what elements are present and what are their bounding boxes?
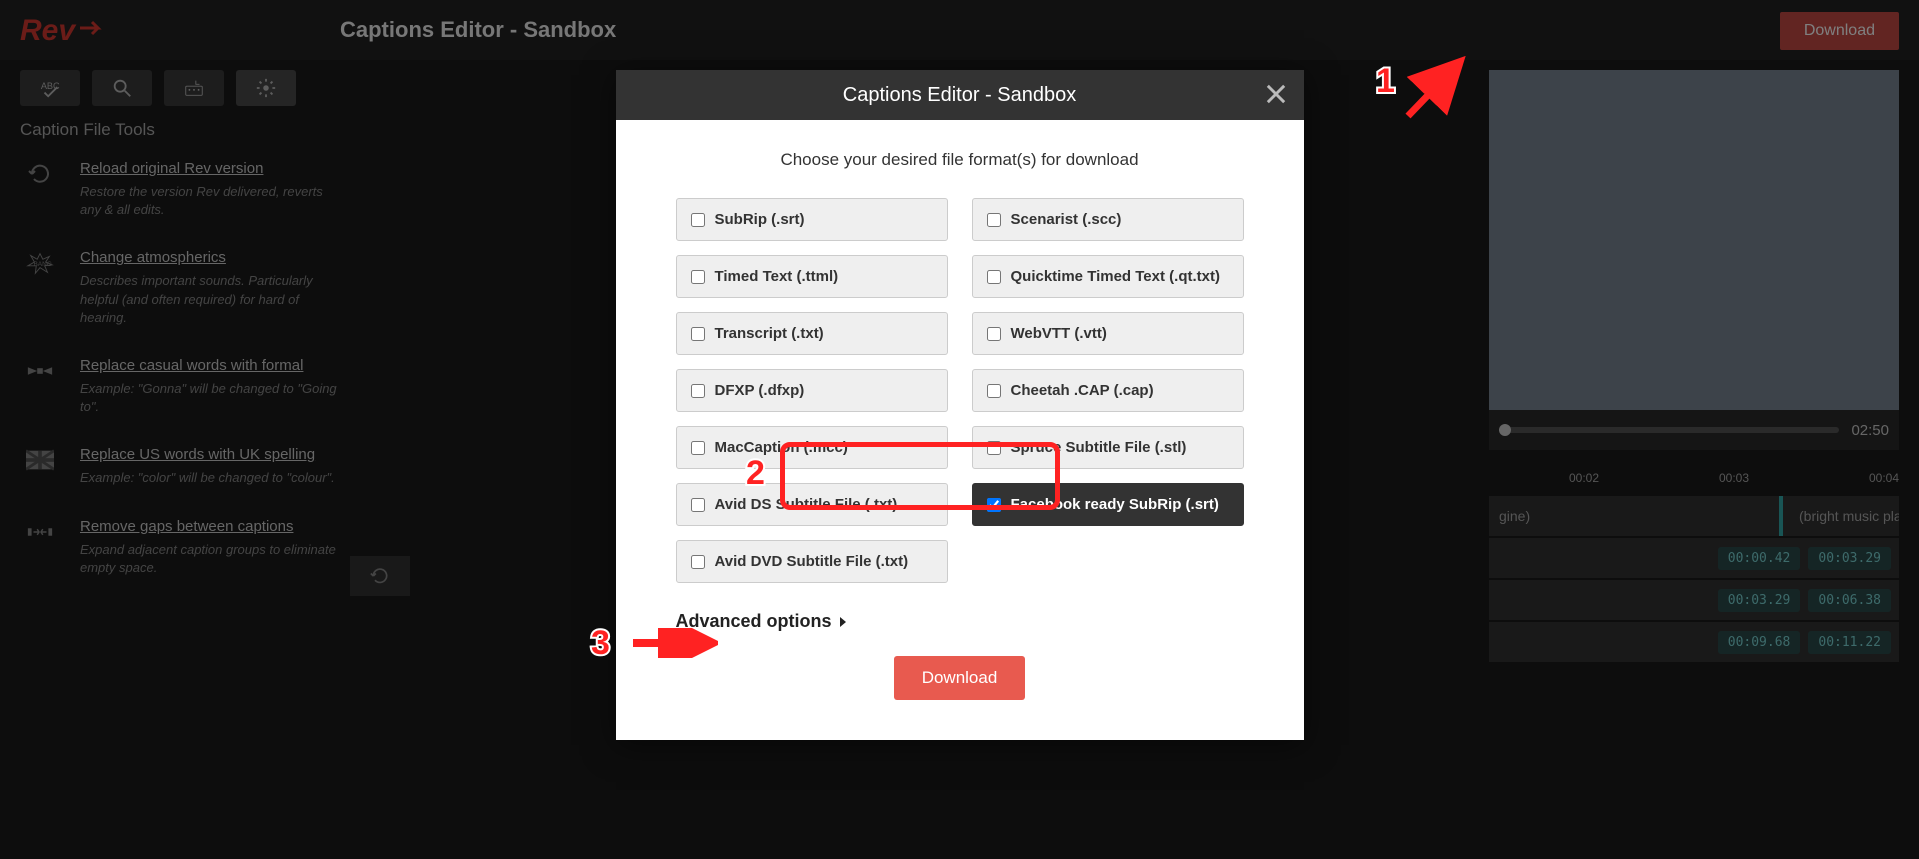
download-button-modal[interactable]: Download [894, 656, 1026, 700]
download-modal: Captions Editor - Sandbox Choose your de… [616, 70, 1304, 740]
format-label: Avid DVD Subtitle File (.txt) [715, 553, 909, 570]
format-checkbox[interactable] [691, 384, 705, 398]
format-checkbox[interactable] [691, 327, 705, 341]
format-label: SubRip (.srt) [715, 211, 805, 228]
format-label: Timed Text (.ttml) [715, 268, 839, 285]
format-checkbox[interactable] [987, 213, 1001, 227]
format-label: Avid DS Subtitle File (.txt) [715, 496, 898, 513]
format-checkbox[interactable] [691, 555, 705, 569]
format-option-maccaption[interactable]: MacCaption (.mcc) [676, 426, 948, 469]
format-option-avid-dvd[interactable]: Avid DVD Subtitle File (.txt) [676, 540, 948, 583]
format-option-cheetah[interactable]: Cheetah .CAP (.cap) [972, 369, 1244, 412]
format-option-dfxp[interactable]: DFXP (.dfxp) [676, 369, 948, 412]
format-label: MacCaption (.mcc) [715, 439, 848, 456]
chevron-right-icon [838, 615, 848, 629]
close-icon[interactable] [1262, 80, 1290, 108]
format-grid: SubRip (.srt) Scenarist (.scc) Timed Tex… [676, 198, 1244, 583]
format-checkbox[interactable] [987, 327, 1001, 341]
format-label: Spruce Subtitle File (.stl) [1011, 439, 1187, 456]
format-option-facebook-srt[interactable]: Facebook ready SubRip (.srt) [972, 483, 1244, 526]
format-option-scenarist[interactable]: Scenarist (.scc) [972, 198, 1244, 241]
format-checkbox[interactable] [987, 498, 1001, 512]
format-option-transcript[interactable]: Transcript (.txt) [676, 312, 948, 355]
format-option-webvtt[interactable]: WebVTT (.vtt) [972, 312, 1244, 355]
format-checkbox[interactable] [987, 441, 1001, 455]
modal-header: Captions Editor - Sandbox [616, 70, 1304, 120]
format-label: WebVTT (.vtt) [1011, 325, 1107, 342]
format-label: Cheetah .CAP (.cap) [1011, 382, 1154, 399]
format-label: Transcript (.txt) [715, 325, 824, 342]
format-option-spruce[interactable]: Spruce Subtitle File (.stl) [972, 426, 1244, 469]
format-checkbox[interactable] [987, 270, 1001, 284]
format-option-quicktime[interactable]: Quicktime Timed Text (.qt.txt) [972, 255, 1244, 298]
advanced-label: Advanced options [676, 611, 832, 632]
format-checkbox[interactable] [691, 213, 705, 227]
format-option-subrip[interactable]: SubRip (.srt) [676, 198, 948, 241]
format-label: Scenarist (.scc) [1011, 211, 1122, 228]
format-checkbox[interactable] [691, 498, 705, 512]
modal-title: Captions Editor - Sandbox [843, 84, 1076, 107]
advanced-options-toggle[interactable]: Advanced options [676, 611, 1244, 632]
format-checkbox[interactable] [691, 270, 705, 284]
format-checkbox[interactable] [987, 384, 1001, 398]
format-label: Quicktime Timed Text (.qt.txt) [1011, 268, 1220, 285]
format-option-avid-ds[interactable]: Avid DS Subtitle File (.txt) [676, 483, 948, 526]
format-label: Facebook ready SubRip (.srt) [1011, 496, 1219, 513]
format-option-ttml[interactable]: Timed Text (.ttml) [676, 255, 948, 298]
modal-subtitle: Choose your desired file format(s) for d… [676, 150, 1244, 170]
format-checkbox[interactable] [691, 441, 705, 455]
format-label: DFXP (.dfxp) [715, 382, 805, 399]
